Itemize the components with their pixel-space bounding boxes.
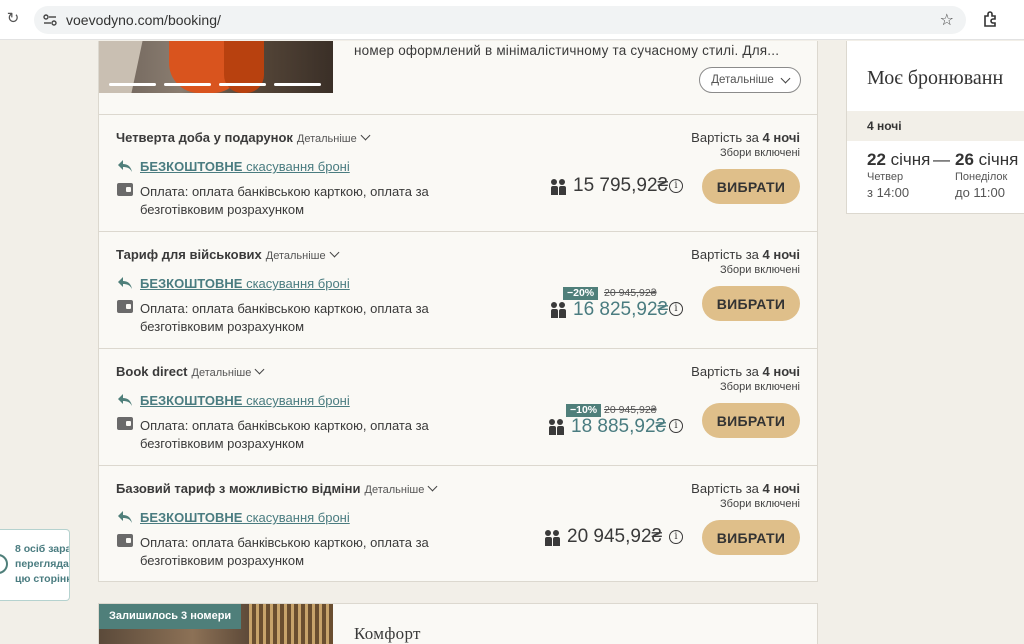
old-price: 20 945,92₴ (604, 287, 657, 299)
rate-title: Базовий тариф з можливістю відміни Деталь… (116, 481, 438, 496)
payment-info: Оплата: оплата банківською карткою, опла… (140, 418, 429, 451)
bookmark-star-icon[interactable]: ☆ (940, 10, 954, 30)
room-header: номер оформлений в мінімалістичному та с… (99, 41, 817, 115)
checkout-date: 26 січня (955, 150, 1019, 169)
wallet-icon (117, 534, 133, 547)
booking-title: Моє бронюванн (867, 67, 1004, 89)
undo-arrow-icon (118, 160, 132, 172)
room-card: номер оформлений в мінімалістичному та с… (98, 41, 818, 582)
cost-label: Вартість за 4 ночі (691, 130, 800, 145)
extensions-icon[interactable] (982, 10, 1000, 28)
select-rate-button[interactable]: ВИБРАТИ (702, 169, 800, 204)
rate-price: 20 945,92₴ (567, 526, 663, 547)
guests-icon (551, 179, 567, 195)
cost-label: Вартість за 4 ночі (691, 481, 800, 496)
chevron-down-icon (427, 481, 438, 492)
checkin-time: з 14:00 (867, 185, 910, 200)
free-cancellation-link[interactable]: БЕЗКОШТОВНЕ скасування броні (140, 159, 350, 174)
chevron-down-icon (254, 364, 265, 375)
info-icon[interactable]: i (669, 179, 683, 193)
rate-details-link[interactable]: Детальніше (192, 364, 265, 379)
booking-summary-panel: Моє бронюванн 4 ночі 22 січня — 26 січня… (846, 41, 1024, 214)
payment-info: Оплата: оплата банківською карткою, опла… (140, 184, 429, 217)
cost-label: Вартість за 4 ночі (691, 364, 800, 379)
chevron-down-icon (329, 247, 340, 258)
rate-title: Четверта доба у подарунок Детальніше (116, 130, 371, 145)
payment-info: Оплата: оплата банківською карткою, опла… (140, 535, 429, 568)
free-cancellation-link[interactable]: БЕЗКОШТОВНЕ скасування броні (140, 510, 350, 525)
checkout-time: до 11:00 (955, 185, 1005, 200)
fees-included: Збори включені (720, 381, 800, 393)
rate-details-link[interactable]: Детальніше (365, 481, 438, 496)
wallet-icon (117, 417, 133, 430)
room-details-button[interactable]: Детальніше (699, 67, 801, 93)
checkout-weekday: Понеділок (955, 171, 1008, 183)
guests-icon (551, 302, 567, 318)
rate-row: Book direct Детальніше БЕЗКОШТОВНЕ скасув… (99, 349, 817, 466)
cost-label: Вартість за 4 ночі (691, 247, 800, 262)
address-bar[interactable]: voevodyno.com/booking/ ☆ (34, 6, 966, 34)
room-photo-carousel[interactable] (99, 41, 333, 93)
carousel-indicators[interactable] (109, 83, 321, 86)
rate-row: Базовий тариф з можливістю відміни Деталь… (99, 466, 817, 583)
rate-details-link[interactable]: Детальніше (297, 130, 371, 145)
fees-included: Збори включені (720, 147, 800, 159)
undo-arrow-icon (118, 394, 132, 406)
guests-icon (549, 419, 565, 435)
info-icon[interactable]: i (669, 530, 683, 544)
fees-included: Збори включені (720, 498, 800, 510)
old-price: 20 945,92₴ (604, 404, 657, 416)
payment-info: Оплата: оплата банківською карткою, опла… (140, 301, 429, 334)
room-card-next: Залишилось 3 номери Комфорт (98, 603, 818, 644)
room-details-label: Детальніше (711, 74, 774, 86)
select-rate-button[interactable]: ВИБРАТИ (702, 403, 800, 438)
checkin-date: 22 січня (867, 150, 931, 169)
rate-row: Тариф для військових Детальніше БЕЗКОШТОВ… (99, 232, 817, 349)
site-info-icon[interactable] (42, 12, 58, 28)
rate-row: Четверта доба у подарунок Детальніше БЕЗК… (99, 115, 817, 232)
url-text: voevodyno.com/booking/ (66, 12, 221, 28)
fees-included: Збори включені (720, 264, 800, 276)
reload-icon[interactable]: ↻ (5, 11, 21, 27)
info-icon[interactable]: i (669, 302, 683, 316)
info-icon[interactable]: i (669, 419, 683, 433)
rate-price: 15 795,92₴ (573, 175, 669, 196)
room-description: номер оформлений в мінімалістичному та с… (354, 43, 780, 58)
select-rate-button[interactable]: ВИБРАТИ (702, 520, 800, 555)
browser-toolbar: ↻ voevodyno.com/booking/ ☆ (0, 0, 1024, 40)
rate-title: Тариф для військових Детальніше (116, 247, 340, 262)
viewers-text: 8 осіб зара переглядаю цю сторінк (15, 543, 70, 585)
chevron-down-icon (360, 130, 371, 141)
free-cancellation-link[interactable]: БЕЗКОШТОВНЕ скасування броні (140, 276, 350, 291)
select-rate-button[interactable]: ВИБРАТИ (702, 286, 800, 321)
eye-icon (0, 554, 8, 574)
wallet-icon (117, 300, 133, 313)
wallet-icon (117, 183, 133, 196)
nights-count: 4 ночі (847, 111, 1024, 141)
free-cancellation-link[interactable]: БЕЗКОШТОВНЕ скасування броні (140, 393, 350, 408)
room-title[interactable]: Комфорт (354, 624, 421, 644)
guests-icon (545, 530, 561, 546)
rate-price: 16 825,92₴ (573, 299, 669, 320)
date-separator: — (933, 150, 950, 169)
rooms-remaining-badge: Залишилось 3 номери (99, 604, 242, 629)
rate-details-link[interactable]: Детальніше (266, 247, 340, 262)
viewers-notification[interactable]: 8 осіб зара переглядаю цю сторінк (0, 529, 70, 601)
rate-price: 18 885,92₴ (571, 416, 667, 437)
undo-arrow-icon (118, 277, 132, 289)
chevron-down-icon (780, 73, 791, 83)
rate-title: Book direct Детальніше (116, 364, 265, 379)
checkin-weekday: Четвер (867, 171, 904, 183)
undo-arrow-icon (118, 511, 132, 523)
page-content: номер оформлений в мінімалістичному та с… (0, 41, 1024, 644)
